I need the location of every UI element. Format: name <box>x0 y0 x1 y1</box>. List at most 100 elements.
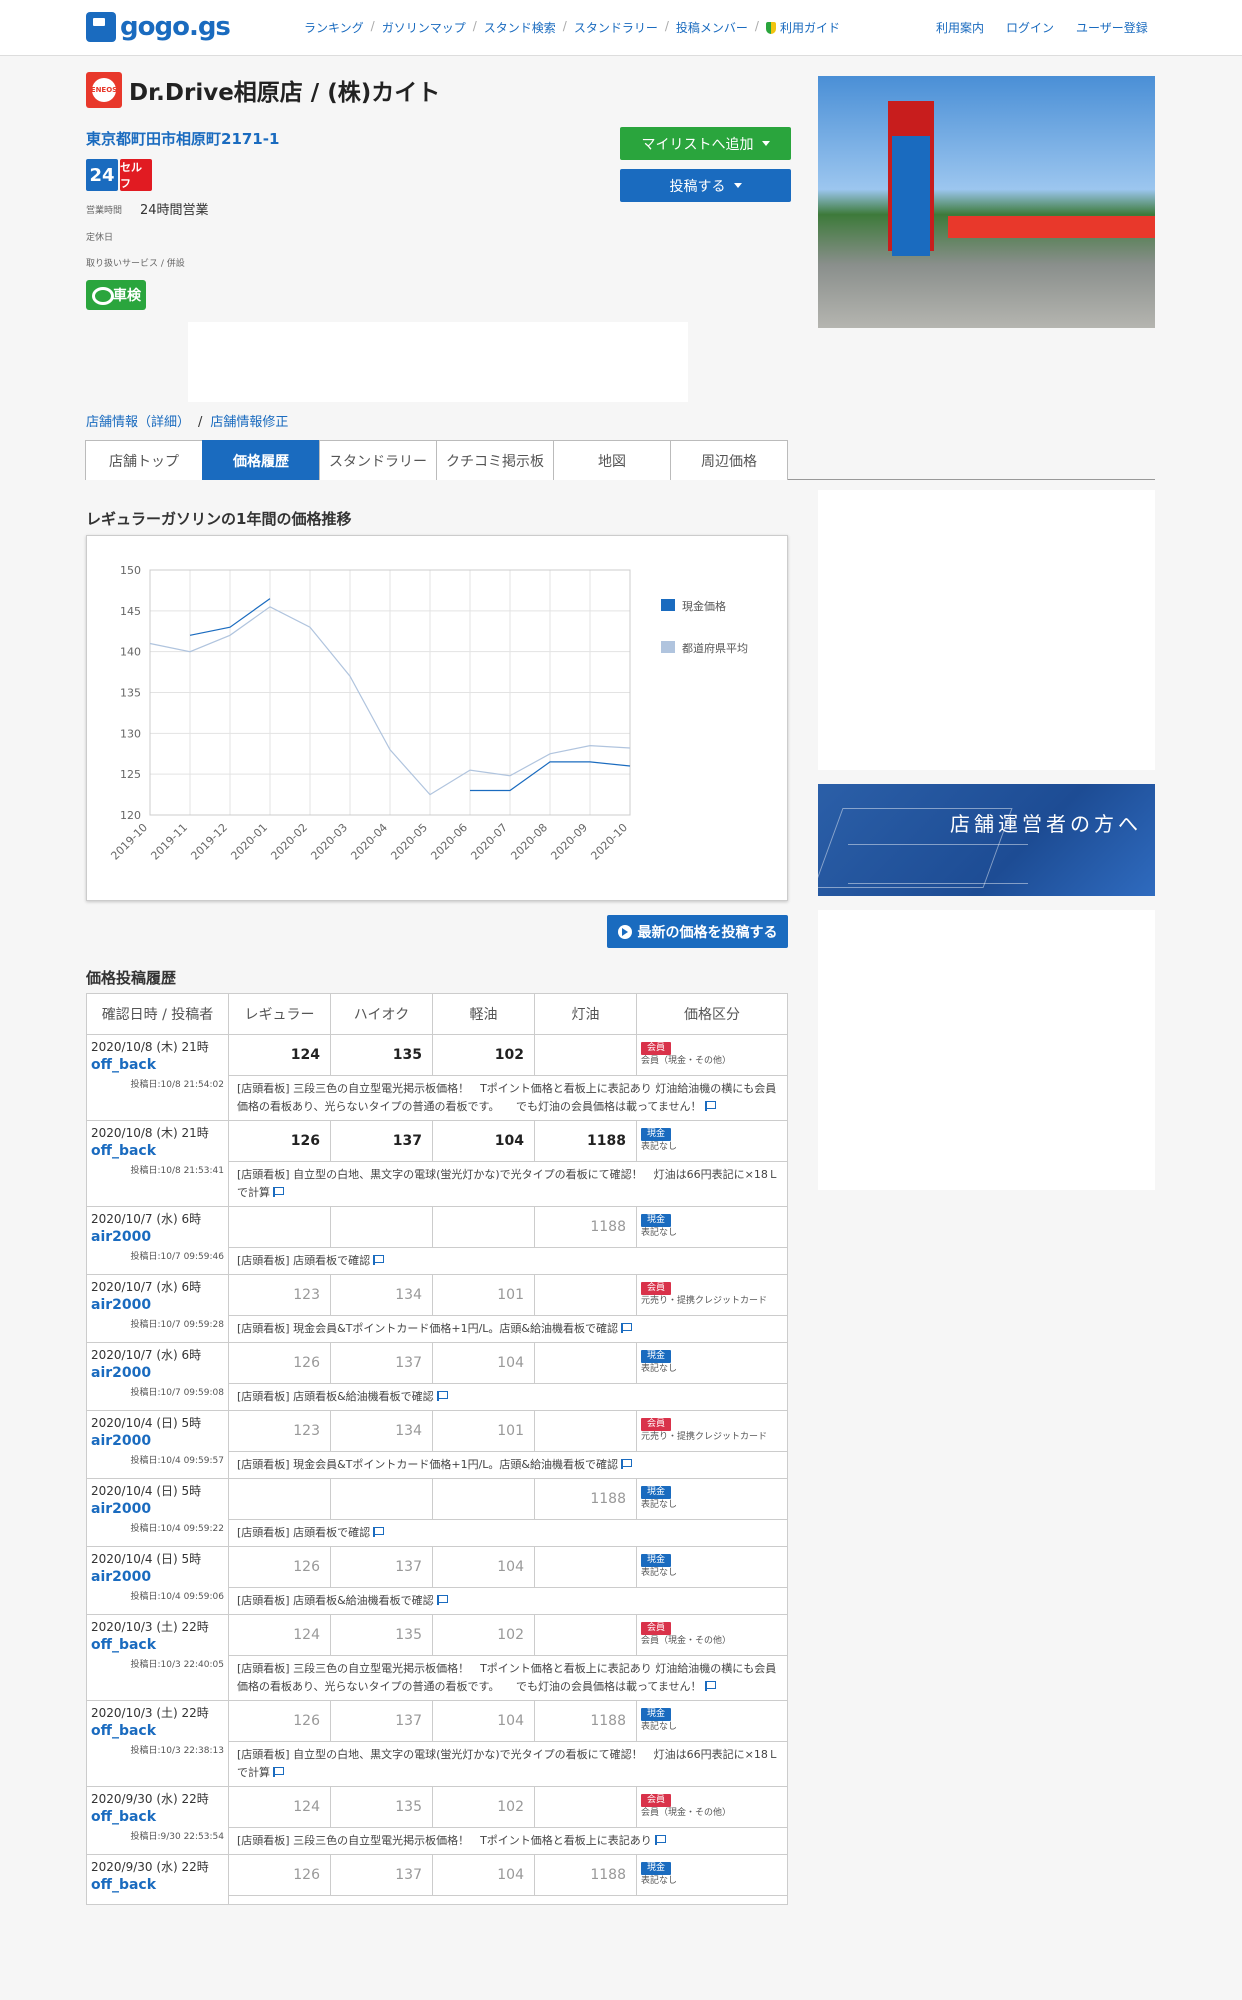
post-latest-price-button[interactable]: 最新の価格を投稿する <box>607 915 788 948</box>
tab-stand-rally[interactable]: スタンドラリー <box>319 440 437 480</box>
row-date-user: 2020/9/30 (水) 22時 off_back <box>86 1854 229 1905</box>
poster-link[interactable]: off_back <box>91 1141 224 1161</box>
price-kerosene <box>534 1614 637 1656</box>
station-photo[interactable] <box>818 76 1155 328</box>
price-high-octane: 137 <box>330 1120 433 1162</box>
price-kerosene: 1188 <box>534 1478 637 1520</box>
table-row: 2020/9/30 (水) 22時 off_back 投稿日:9/30 22:53:… <box>86 1786 788 1855</box>
tab-map[interactable]: 地図 <box>553 440 671 480</box>
breadcrumb-shop-edit[interactable]: 店舗情報修正 <box>210 415 288 430</box>
price-kerosene <box>534 1034 637 1076</box>
price-diesel <box>432 1478 535 1520</box>
poster-link[interactable]: air2000 <box>91 1295 224 1315</box>
nav-members[interactable]: 投稿メンバー <box>676 19 748 36</box>
chart-title: レギュラーガソリンの1年間の価格推移 <box>86 510 352 528</box>
price-diesel: 104 <box>432 1854 535 1896</box>
x-tick-label: 2020-10 <box>588 821 630 863</box>
report-flag-icon[interactable] <box>373 1527 385 1537</box>
price-type-badge: 現金 <box>641 1214 672 1227</box>
link-about[interactable]: 利用案内 <box>936 19 984 36</box>
price-regular: 123 <box>228 1410 331 1452</box>
report-flag-icon[interactable] <box>273 1187 284 1197</box>
tab-shop-top[interactable]: 店舗トップ <box>85 440 203 480</box>
operator-banner[interactable]: 店舗運営者の方へ <box>818 784 1155 896</box>
y-tick-label: 125 <box>120 768 141 781</box>
shop-address-link[interactable]: 東京都町田市相原町2171-1 <box>86 128 279 149</box>
price-type: 会員 会員（現金・その他） <box>636 1034 788 1076</box>
poster-link[interactable]: off_back <box>91 1635 224 1655</box>
nav-guide[interactable]: 利用ガイド <box>765 19 840 36</box>
report-flag-icon[interactable] <box>436 1391 448 1401</box>
poster-link[interactable]: off_back <box>91 1875 224 1895</box>
link-register[interactable]: ユーザー登録 <box>1076 19 1148 36</box>
price-regular: 124 <box>228 1034 331 1076</box>
price-type-badge: 現金 <box>641 1862 672 1875</box>
y-tick-label: 150 <box>120 564 141 577</box>
table-row: 2020/10/7 (水) 6時 air2000 投稿日:10/7 09:59:46… <box>86 1206 788 1275</box>
price-type-badge: 会員 <box>641 1622 672 1635</box>
table-row: 2020/10/8 (木) 21時 off_back 投稿日:10/8 21:53:… <box>86 1120 788 1207</box>
price-type-detail: 会員（現金・その他） <box>641 1056 732 1066</box>
row-date-user: 2020/10/7 (水) 6時 air2000 投稿日:10/7 09:59:28 <box>86 1274 229 1343</box>
table-row: 2020/10/3 (土) 22時 off_back 投稿日:10/3 22:38:… <box>86 1700 788 1787</box>
confirm-datetime: 2020/10/4 (日) 5時 <box>91 1484 202 1498</box>
poster-link[interactable]: air2000 <box>91 1227 224 1247</box>
price-kerosene: 1188 <box>534 1700 637 1742</box>
report-flag-icon[interactable] <box>621 1459 633 1469</box>
series-line <box>189 598 631 792</box>
ad-slot <box>818 490 1155 770</box>
tab-nearby-prices[interactable]: 周辺価格 <box>670 440 788 480</box>
posted-time: 投稿日:9/30 22:53:54 <box>130 1832 224 1842</box>
tab-price-history[interactable]: 価格履歴 <box>202 440 320 480</box>
site-logo[interactable]: gogo.gs <box>86 11 231 43</box>
note-text: [店頭看板] 自立型の白地、黒文字の電球(蛍光灯かな)で光タイプの看板にて確認！… <box>237 1168 779 1199</box>
report-flag-icon[interactable] <box>654 1835 666 1845</box>
posted-time: 投稿日:10/4 09:59:06 <box>130 1592 224 1602</box>
price-regular: 126 <box>228 1342 331 1384</box>
note-text: [店頭看板] 三段三色の自立型電光掲示板価格！ Tポイント価格と看板上に表記あり… <box>237 1662 777 1693</box>
ad-slot <box>188 322 688 402</box>
add-to-mylist-button[interactable]: マイリストへ追加 <box>620 127 791 160</box>
link-login[interactable]: ログイン <box>1006 19 1054 36</box>
nav-stand-search[interactable]: スタンド検索 <box>484 19 556 36</box>
banner-text: 店舗運営者の方へ <box>950 812 1142 836</box>
report-flag-icon[interactable] <box>273 1767 284 1777</box>
breadcrumb-shop-detail[interactable]: 店舗情報（詳細） <box>86 415 190 430</box>
price-type-badge: 現金 <box>641 1128 672 1141</box>
poster-link[interactable]: air2000 <box>91 1363 224 1383</box>
price-type-detail: 元売り・提携クレジットカード <box>641 1432 768 1442</box>
price-regular: 124 <box>228 1614 331 1656</box>
report-flag-icon[interactable] <box>704 1101 716 1111</box>
poster-link[interactable]: air2000 <box>91 1567 224 1587</box>
y-tick-label: 120 <box>120 809 141 822</box>
price-high-octane: 134 <box>330 1410 433 1452</box>
price-type: 会員 会員（現金・その他） <box>636 1614 788 1656</box>
price-diesel: 101 <box>432 1274 535 1316</box>
price-high-octane: 137 <box>330 1342 433 1384</box>
report-flag-icon[interactable] <box>704 1681 716 1691</box>
nav-stand-rally[interactable]: スタンドラリー <box>574 19 658 36</box>
poster-link[interactable]: off_back <box>91 1721 224 1741</box>
price-diesel: 104 <box>432 1700 535 1742</box>
post-button[interactable]: 投稿する <box>620 169 791 202</box>
price-diesel: 102 <box>432 1786 535 1828</box>
poster-link[interactable]: off_back <box>91 1055 224 1075</box>
price-type: 現金 表記なし <box>636 1478 788 1520</box>
poster-link[interactable]: air2000 <box>91 1431 224 1451</box>
caret-down-icon <box>733 183 742 188</box>
price-type-badge: 現金 <box>641 1350 672 1363</box>
poster-link[interactable]: air2000 <box>91 1499 224 1519</box>
y-tick-label: 130 <box>120 727 141 740</box>
price-type-detail: 表記なし <box>641 1568 678 1578</box>
report-flag-icon[interactable] <box>621 1323 633 1333</box>
price-type-badge: 会員 <box>641 1042 672 1055</box>
col-regular: レギュラー <box>228 993 331 1035</box>
x-tick-label: 2019-11 <box>148 821 190 863</box>
report-flag-icon[interactable] <box>436 1595 448 1605</box>
nav-ranking[interactable]: ランキング <box>304 19 364 36</box>
poster-link[interactable]: off_back <box>91 1807 224 1827</box>
nav-gas-map[interactable]: ガソリンマップ <box>382 19 466 36</box>
holiday-label: 定休日 <box>86 233 114 243</box>
report-flag-icon[interactable] <box>373 1255 385 1265</box>
tab-reviews[interactable]: クチコミ掲示板 <box>436 440 554 480</box>
